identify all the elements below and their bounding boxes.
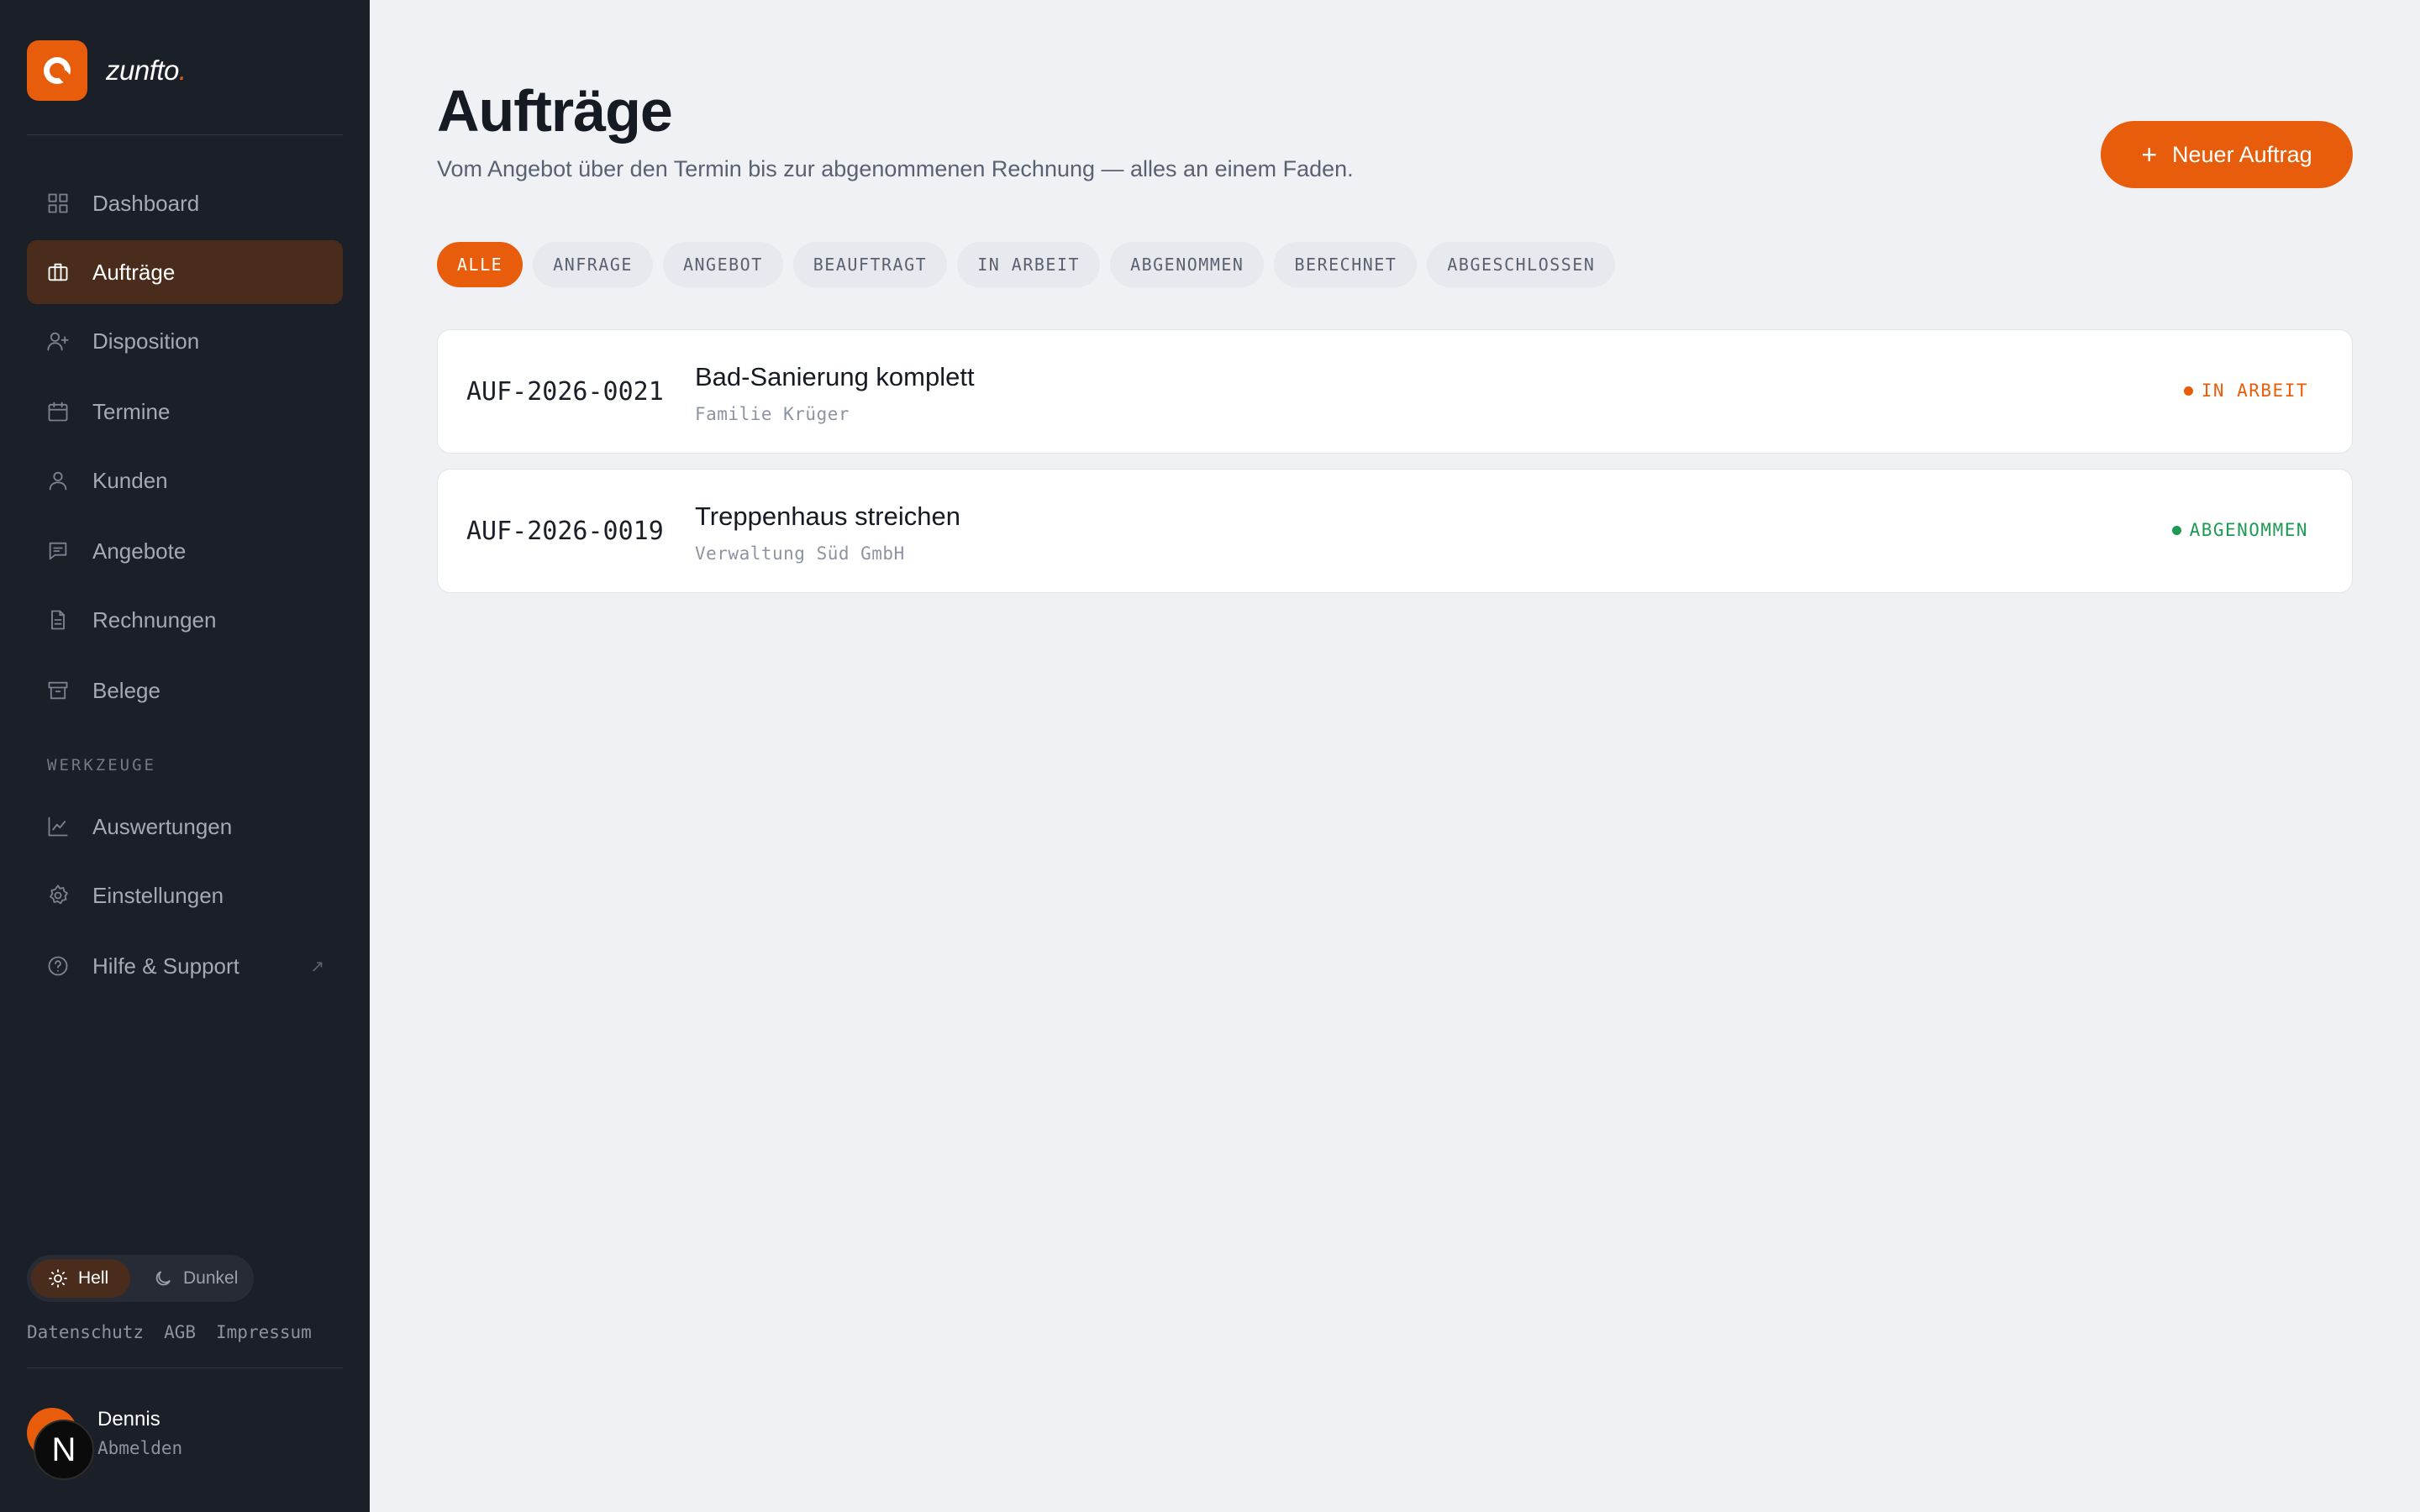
order-client: Familie Krüger (695, 404, 850, 424)
sidebar-item-disposition[interactable]: Disposition (27, 309, 343, 373)
order-reference: AUF-2026-0021 (466, 377, 664, 407)
filter-chip-abgeschlossen[interactable]: ABGESCHLOSSEN (1427, 242, 1616, 287)
link-agb[interactable]: AGB (164, 1322, 196, 1342)
avatar[interactable]: N (34, 1420, 94, 1480)
calendar-icon (45, 399, 71, 424)
theme-toggle: Hell Dunkel (27, 1255, 254, 1302)
order-client: Verwaltung Süd GmbH (695, 543, 905, 564)
sun-icon (49, 1269, 67, 1288)
sidebar-item-belege[interactable]: Belege (27, 659, 343, 722)
status-badge: IN ARBEIT (2183, 381, 2308, 401)
sidebar-item-label: Termine (92, 398, 171, 424)
help-icon (45, 953, 71, 979)
status-badge: ABGENOMMEN (2171, 520, 2308, 540)
sidebar-item-kunden[interactable]: Kunden (27, 449, 343, 512)
sidebar-item-termine[interactable]: Termine (27, 380, 343, 444)
plus-icon: + (2141, 139, 2158, 170)
page-title: Aufträge (437, 78, 673, 144)
document-icon (45, 607, 71, 633)
sidebar-item-label: Auswertungen (92, 813, 233, 839)
filter-chip-in-arbeit[interactable]: IN ARBEIT (957, 242, 1101, 287)
new-order-label: Neuer Auftrag (2172, 141, 2312, 167)
status-label: ABGENOMMEN (2189, 520, 2308, 540)
sidebar-item-label: Hilfe & Support (92, 953, 239, 979)
chart-icon (45, 814, 71, 839)
user-plus-icon (45, 328, 71, 354)
sidebar-divider (27, 134, 343, 135)
brand-logo[interactable]: zunfto. (27, 40, 187, 101)
order-reference: AUF-2026-0019 (466, 517, 664, 546)
theme-light-button[interactable]: Hell (31, 1259, 130, 1298)
sidebar-item-label: Belege (92, 677, 160, 703)
sidebar-item-label: Angebote (92, 538, 187, 564)
sidebar: zunfto. Dashboard Aufträge Disposition T… (0, 0, 370, 1512)
link-impressum[interactable]: Impressum (216, 1322, 312, 1342)
user-icon (45, 468, 71, 493)
grid-icon (45, 191, 71, 216)
link-datenschutz[interactable]: Datenschutz (27, 1322, 144, 1342)
sidebar-item-rechnungen[interactable]: Rechnungen (27, 588, 343, 652)
logout-link[interactable]: Abmelden (97, 1438, 182, 1458)
new-order-button[interactable]: + Neuer Auftrag (2101, 121, 2353, 188)
sidebar-item-auswertungen[interactable]: Auswertungen (27, 795, 343, 858)
external-link-icon: ↗ (310, 957, 324, 976)
message-icon (45, 538, 71, 564)
logo-mark-icon (27, 40, 87, 101)
sidebar-item-angebote[interactable]: Angebote (27, 519, 343, 583)
status-label: IN ARBEIT (2201, 381, 2308, 401)
status-filter-bar: ALLE ANFRAGE ANGEBOT BEAUFTRAGT IN ARBEI… (437, 242, 1625, 287)
moon-icon (155, 1271, 171, 1286)
status-dot-icon (2183, 386, 2193, 396)
archive-icon (45, 678, 71, 703)
theme-dark-label: Dunkel (183, 1268, 239, 1288)
sidebar-item-label: Rechnungen (92, 606, 217, 633)
filter-chip-angebot[interactable]: ANGEBOT (662, 242, 783, 287)
sidebar-item-label: Dashboard (92, 190, 200, 216)
sidebar-item-auftraege[interactable]: Aufträge (27, 240, 343, 304)
page-subtitle: Vom Angebot über den Termin bis zur abge… (437, 156, 1354, 181)
order-card[interactable]: AUF-2026-0019 Treppenhaus streichen Verw… (437, 469, 2353, 593)
theme-dark-button[interactable]: Dunkel (136, 1259, 247, 1298)
filter-chip-anfrage[interactable]: ANFRAGE (533, 242, 653, 287)
filter-chip-abgenommen[interactable]: ABGENOMMEN (1110, 242, 1265, 287)
order-card[interactable]: AUF-2026-0021 Bad-Sanierung komplett Fam… (437, 329, 2353, 454)
sidebar-item-dashboard[interactable]: Dashboard (27, 171, 343, 235)
sidebar-item-label: Disposition (92, 328, 200, 354)
status-dot-icon (2171, 525, 2181, 535)
sidebar-item-label: Aufträge (92, 259, 176, 285)
sidebar-section-werkzeuge: WERKZEUGE (47, 756, 156, 774)
theme-light-label: Hell (78, 1268, 109, 1288)
sidebar-item-label: Kunden (92, 467, 168, 493)
user-name: Dennis (97, 1408, 160, 1431)
sidebar-item-hilfe-support[interactable]: Hilfe & Support ↗ (27, 934, 343, 998)
gear-icon (45, 883, 71, 908)
order-title: Bad-Sanierung komplett (695, 362, 975, 391)
filter-chip-alle[interactable]: ALLE (437, 242, 523, 287)
briefcase-icon (45, 260, 71, 285)
filter-chip-berechnet[interactable]: BERECHNET (1274, 242, 1418, 287)
legal-links: Datenschutz AGB Impressum (27, 1322, 332, 1342)
filter-chip-beauftragt[interactable]: BEAUFTRAGT (792, 242, 948, 287)
brand-name: zunfto. (106, 55, 187, 86)
sidebar-item-einstellungen[interactable]: Einstellungen (27, 864, 343, 927)
order-title: Treppenhaus streichen (695, 501, 960, 531)
sidebar-item-label: Einstellungen (92, 882, 224, 908)
